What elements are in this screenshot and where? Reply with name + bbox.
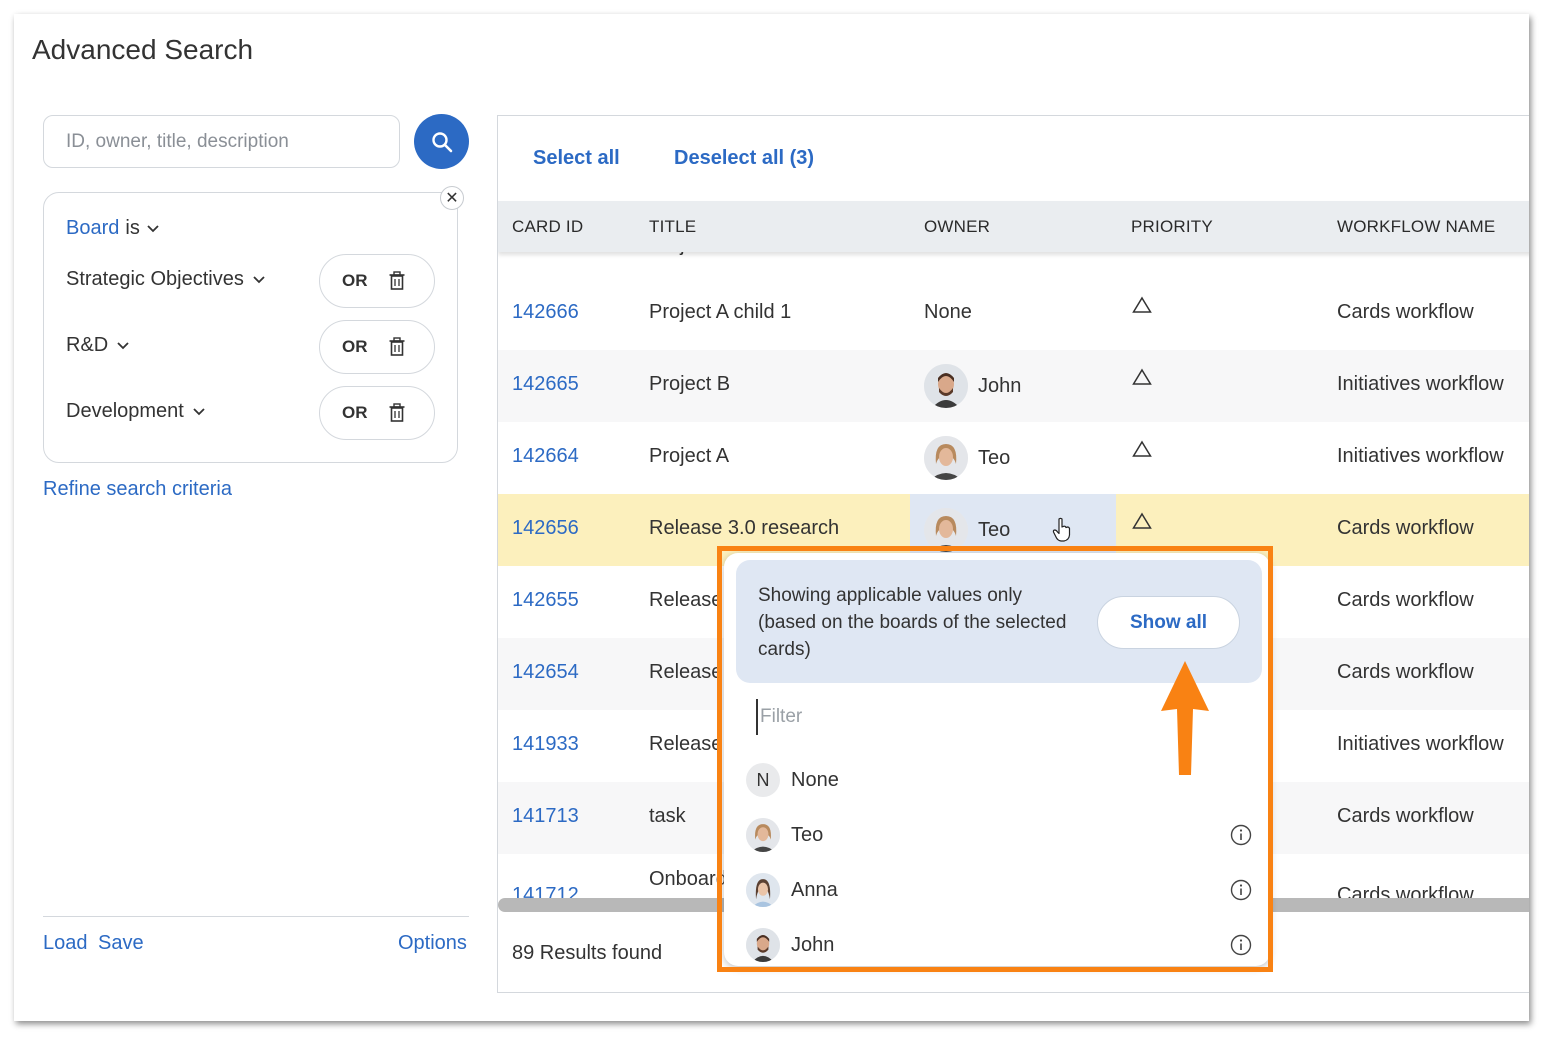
filter-row-actions: OR	[319, 386, 435, 440]
filter-row-rnd: R&D OR	[66, 320, 436, 374]
filter-value-label: Development	[66, 400, 184, 422]
filter-row-actions: OR	[319, 254, 435, 308]
owner-name: John	[978, 374, 1022, 397]
column-header-priority[interactable]: PRIORITY	[1131, 217, 1213, 237]
results-count: 89 Results found	[512, 942, 663, 964]
search-icon	[431, 131, 452, 152]
priority-triangle-icon[interactable]	[1132, 440, 1152, 464]
card-workflow: Cards workflow	[1337, 517, 1474, 539]
card-title: Project A	[649, 445, 730, 467]
select-all-link[interactable]: Select all	[533, 147, 620, 170]
trash-icon[interactable]	[389, 271, 405, 291]
filter-value-label: R&D	[66, 334, 109, 356]
card-id-link[interactable]: 142665	[512, 373, 579, 396]
column-header-workflow-name[interactable]: WORKFLOW NAME	[1337, 217, 1495, 237]
column-header-card-id[interactable]: CARD ID	[512, 217, 583, 237]
card-id-link[interactable]: 141713	[512, 805, 579, 828]
load-link[interactable]: Load	[43, 932, 88, 955]
card-id-link[interactable]: 142656	[512, 517, 579, 540]
or-toggle-button[interactable]: OR	[342, 403, 378, 423]
card-workflow: Cards workflow	[1337, 805, 1474, 827]
board-filter-label: Board	[66, 217, 120, 239]
table-header: CARD ID TITLE OWNER PRIORITY WORKFLOW NA…	[498, 201, 1529, 252]
filter-value-dropdown[interactable]: Strategic Objectives	[66, 268, 266, 291]
card-title: task	[649, 805, 686, 827]
priority-triangle-icon[interactable]	[1132, 296, 1152, 320]
priority-triangle-icon[interactable]	[1132, 368, 1152, 392]
table-row[interactable]: 142665 Project B John Initiatives workfl…	[498, 350, 1529, 422]
page-title: Advanced Search	[32, 34, 254, 65]
table-row[interactable]: 142666 Project A child 1 None Cards work…	[498, 278, 1529, 350]
chevron-down-icon	[117, 341, 129, 349]
chevron-down-icon	[253, 275, 265, 283]
avatar-teo	[924, 436, 968, 480]
card-id-link[interactable]: 141933	[512, 733, 579, 756]
annotation-arrow-icon	[1161, 661, 1209, 775]
owner-name: None	[924, 301, 972, 323]
card-owner[interactable]: None	[924, 301, 972, 324]
options-link[interactable]: Options	[398, 932, 467, 955]
filter-value-label: Strategic Objectives	[66, 268, 244, 290]
card-id-link[interactable]: 142655	[512, 589, 579, 612]
priority-triangle-icon[interactable]	[1132, 512, 1152, 536]
card-title: Onboard	[649, 868, 727, 890]
board-filter-operator: is	[125, 217, 140, 239]
search-input[interactable]	[43, 115, 400, 168]
avatar-john	[924, 364, 968, 408]
card-id-link[interactable]: 142666	[512, 301, 579, 324]
card-title: Release 3.0 research	[649, 517, 840, 539]
owner-name: Teo	[978, 446, 1011, 469]
card-id-link[interactable]: 142664	[512, 445, 579, 468]
trash-icon[interactable]	[389, 403, 405, 423]
close-icon: ✕	[445, 190, 459, 207]
card-workflow: Cards workflow	[1337, 301, 1474, 323]
chevron-down-icon	[147, 224, 159, 232]
refine-search-link[interactable]: Refine search criteria	[43, 478, 232, 501]
or-toggle-button[interactable]: OR	[342, 337, 378, 357]
card-workflow: Cards workflow	[1337, 589, 1474, 611]
card-workflow: Initiatives workflow	[1337, 733, 1504, 755]
column-header-title[interactable]: TITLE	[649, 217, 696, 237]
divider	[43, 916, 469, 917]
trash-icon[interactable]	[389, 337, 405, 357]
card-workflow: Initiatives workflow	[1337, 373, 1504, 395]
card-owner[interactable]: Teo	[924, 436, 1010, 480]
hand-cursor-icon	[1052, 517, 1071, 542]
chevron-down-icon	[193, 407, 205, 415]
or-toggle-button[interactable]: OR	[342, 271, 378, 291]
table-row[interactable]: 142664 Project A Teo Initiatives workflo…	[498, 422, 1529, 494]
card-workflow: Initiatives workflow	[1337, 445, 1504, 467]
filter-value-dropdown[interactable]: R&D	[66, 334, 130, 357]
filter-value-dropdown[interactable]: Development	[66, 400, 206, 423]
column-header-owner[interactable]: OWNER	[924, 217, 990, 237]
owner-name: Teo	[978, 518, 1011, 541]
board-filter-dropdown[interactable]: Board is	[66, 217, 160, 240]
card-id-link[interactable]: 142654	[512, 661, 579, 684]
deselect-all-link[interactable]: Deselect all (3)	[674, 147, 814, 170]
card-title: Project B	[649, 373, 731, 395]
filter-row-strategic-objectives: Strategic Objectives OR	[66, 254, 436, 308]
card-owner[interactable]: John	[924, 364, 1021, 408]
save-link[interactable]: Save	[98, 932, 144, 955]
card-workflow: Cards workflow	[1337, 661, 1474, 683]
filter-row-development: Development OR	[66, 386, 436, 440]
card-title: Project A child 1	[649, 301, 792, 323]
remove-filter-button[interactable]: ✕	[440, 186, 464, 210]
search-button[interactable]	[414, 114, 469, 169]
filter-row-actions: OR	[319, 320, 435, 374]
